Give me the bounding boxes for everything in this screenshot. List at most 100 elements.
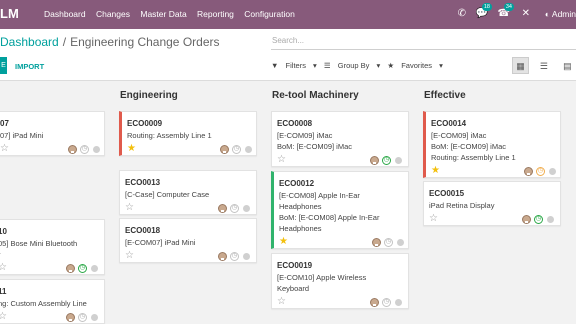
chat-badge: 18 [481, 3, 492, 11]
main-menu: Dashboard Changes Master Data Reporting … [44, 9, 303, 19]
kanban-column-title[interactable]: Effective [424, 90, 466, 101]
card-title: ECO0012 [279, 179, 315, 188]
kanban-card[interactable]: ECO0013 [C-Case] Computer Case ☆ ◷ [119, 170, 257, 215]
menu-configuration[interactable]: Configuration [244, 9, 295, 19]
favorites-dropdown[interactable]: ★ Favorites ▾ [387, 61, 443, 70]
activity-clock-icon[interactable]: ◷ [230, 252, 239, 261]
card-detail: Headphones [279, 224, 322, 233]
assignee-avatar [370, 156, 379, 165]
kanban-card[interactable]: ECO0008 [E-COM09] iMac BoM: [E-COM09] iMac… [271, 111, 409, 167]
card-detail: iPad Retina Display [429, 201, 495, 210]
card-title: ECO0014 [431, 119, 467, 128]
activity-clock-icon[interactable]: ◷ [384, 238, 393, 247]
card-detail: [E-COM07] iPad Mini [125, 238, 196, 247]
assignee-avatar [522, 215, 531, 224]
activity-clock-icon[interactable]: ◷ [382, 156, 391, 165]
filters-dropdown[interactable]: ▼ Filters ▾ [271, 61, 317, 70]
menu-reporting[interactable]: Reporting [197, 9, 234, 19]
card-detail: [E-COM08] Apple In-Ear [279, 191, 360, 200]
activity-clock-icon[interactable]: ◷ [534, 215, 543, 224]
kanban-card[interactable]: ECO0019 [E-COM10] Apple Wireless Keyboard ☆… [271, 253, 409, 309]
kanban-state-dot[interactable] [91, 265, 98, 272]
card-detail: Keyboard [277, 284, 310, 293]
calendar-view-icon[interactable]: ▤ [559, 58, 576, 75]
card-detail: BoM: [E-COM08] Apple In-Ear [279, 213, 380, 222]
assignee-avatar [68, 145, 77, 154]
priority-star-icon[interactable]: ☆ [125, 203, 134, 213]
menu-changes[interactable]: Changes [96, 9, 130, 19]
card-title: 10 [0, 227, 7, 236]
kanban-state-dot[interactable] [245, 146, 252, 153]
assignee-avatar [66, 264, 75, 273]
priority-star-icon[interactable]: ★ [279, 237, 288, 247]
priority-star-icon[interactable]: ☆ [0, 263, 7, 273]
kanban-state-dot[interactable] [397, 239, 404, 246]
menu-dashboard[interactable]: Dashboard [44, 9, 86, 19]
priority-star-icon[interactable]: ☆ [277, 155, 286, 165]
user-menu[interactable]: ◐ Admin [545, 9, 576, 19]
card-detail: [E-COM09] iMac [431, 131, 487, 140]
list-view-icon[interactable]: ☰ [535, 58, 552, 75]
priority-star-icon[interactable]: ☆ [0, 312, 7, 322]
kanban-card[interactable]: 07 07] iPad Mini ☆ ◷ [0, 111, 105, 156]
activity-clock-icon[interactable]: ◷ [382, 298, 391, 307]
import-button[interactable]: IMPORT [15, 62, 44, 71]
kanban-card[interactable]: ECO0018 [E-COM07] iPad Mini ☆ ◷ [119, 218, 257, 263]
kanban-card[interactable]: 10 05] Bose Mini Bluetooth r ☆ ◷ [0, 219, 105, 275]
priority-star-icon[interactable]: ★ [127, 144, 136, 154]
search-options: ▼ Filters ▾ ☰ Group By ▾ ★ Favorites ▾ [271, 61, 448, 70]
kanban-card[interactable]: ECO0015 iPad Retina Display ☆ ◷ [423, 181, 561, 226]
kanban-state-dot[interactable] [93, 146, 100, 153]
groupby-dropdown[interactable]: ☰ Group By ▾ [324, 61, 380, 70]
search-input[interactable]: Search... [271, 36, 576, 50]
kanban-state-dot[interactable] [91, 314, 98, 321]
activity-clock-icon[interactable]: ◷ [78, 313, 87, 322]
activity-clock-icon[interactable]: ◷ [536, 167, 545, 176]
menu-master-data[interactable]: Master Data [140, 9, 186, 19]
kanban-card[interactable]: ECO0009 Routing: Assembly Line 1 ★ ◷ [119, 111, 257, 156]
assignee-avatar [218, 252, 227, 261]
star-icon: ★ [387, 61, 395, 70]
priority-star-icon[interactable]: ☆ [429, 214, 438, 224]
phone-icon[interactable]: ✆ [458, 8, 466, 19]
priority-star-icon[interactable]: ☆ [125, 251, 134, 261]
card-title: ECO0018 [125, 226, 161, 235]
card-detail: [E-COM10] Apple Wireless [277, 273, 367, 282]
activity-clock-icon[interactable]: ◷ [230, 204, 239, 213]
card-detail: Routing: Assembly Line 1 [431, 153, 516, 162]
kanban-card[interactable]: ECO0012 [E-COM08] Apple In-Ear Headphones B… [271, 171, 409, 249]
assignee-avatar [66, 313, 75, 322]
card-detail: 05] Bose Mini Bluetooth [0, 239, 78, 248]
filter-icon: ▼ [271, 61, 279, 70]
priority-star-icon[interactable]: ☆ [277, 297, 286, 307]
activity-clock-icon[interactable]: ◷ [78, 264, 87, 273]
app-brand[interactable]: LM [0, 6, 19, 21]
kanban-state-dot[interactable] [395, 157, 402, 164]
card-detail: BoM: [E-COM09] iMac [277, 142, 353, 151]
kanban-state-dot[interactable] [547, 216, 554, 223]
priority-star-icon[interactable]: ☆ [0, 144, 9, 154]
card-detail: Headphones [279, 202, 322, 211]
activity-clock-icon[interactable]: ◷ [232, 145, 241, 154]
page-title: Engineering Change Orders [70, 35, 220, 49]
kanban-state-dot[interactable] [243, 253, 250, 260]
kanban-card[interactable]: 11 ng: Custom Assembly Line ☆ ◷ [0, 279, 105, 324]
kanban-card[interactable]: ECO0014 [E-COM09] iMac BoM: [E-COM09] iMac… [423, 111, 561, 178]
kanban-state-dot[interactable] [549, 168, 556, 175]
kanban-view-icon[interactable]: ▦ [512, 57, 529, 74]
kanban-state-dot[interactable] [243, 205, 250, 212]
assignee-avatar [372, 238, 381, 247]
card-detail: 07] iPad Mini [0, 131, 44, 140]
kanban-state-dot[interactable] [395, 299, 402, 306]
assignee-avatar [220, 145, 229, 154]
priority-star-icon[interactable]: ★ [431, 166, 440, 176]
activity-clock-icon[interactable]: ◷ [80, 145, 89, 154]
breadcrumb-dashboard-link[interactable]: Dashboard [0, 35, 59, 49]
kanban-column-title[interactable]: Engineering [120, 90, 178, 101]
create-button[interactable]: E [0, 57, 7, 74]
favorites-label: Favorites [401, 61, 433, 70]
kanban-column-title[interactable]: Re-tool Machinery [272, 90, 359, 101]
close-icon[interactable]: ✕ [522, 8, 530, 19]
assignee-avatar [370, 298, 379, 307]
card-detail: Routing: Assembly Line 1 [127, 131, 212, 140]
